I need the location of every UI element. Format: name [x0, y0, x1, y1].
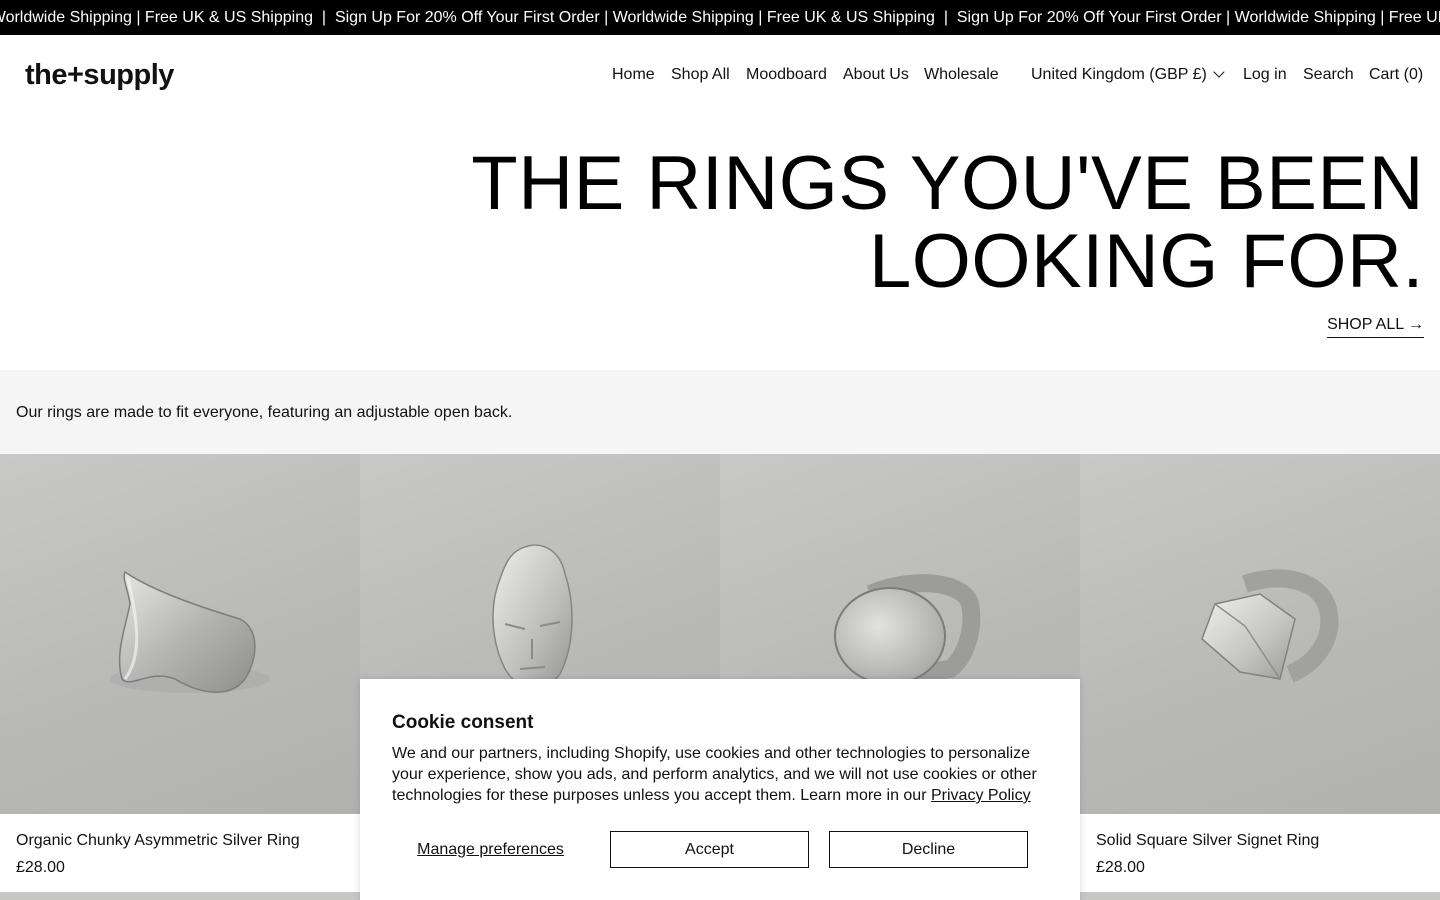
nav-search[interactable]: Search	[1303, 65, 1354, 84]
product-title[interactable]: Solid Square Silver Signet Ring	[1096, 831, 1319, 850]
product-title[interactable]: Organic Chunky Asymmetric Silver Ring	[16, 831, 300, 850]
announcement-bar: Sign Up For 20% Off Your First Order | W…	[0, 0, 1440, 35]
nav-login[interactable]: Log in	[1243, 65, 1287, 84]
announcement-separator: |	[934, 9, 957, 26]
announcement-message: Sign Up For 20% Off Your First Order | W…	[956, 9, 1440, 26]
cookie-text: We and our partners, including Shopify, …	[392, 743, 1052, 806]
nav-shop-all[interactable]: Shop All	[671, 65, 730, 84]
country-selector[interactable]: United Kingdom (GBP £)	[1031, 65, 1225, 84]
square-signet-ring-photo[interactable]	[1080, 454, 1440, 814]
nav-cart[interactable]: Cart (0)	[1369, 65, 1423, 84]
site-header: the+supply Home Shop All Moodboard About…	[0, 35, 1440, 115]
privacy-policy-link[interactable]: Privacy Policy	[931, 787, 1031, 804]
nav-about-us[interactable]: About Us	[843, 65, 909, 84]
shop-all-link[interactable]: SHOP ALL →	[1327, 315, 1424, 338]
announcement-message: Sign Up For 20% Off Your First Order | W…	[0, 9, 313, 26]
cookie-title: Cookie consent	[392, 712, 534, 733]
product-card[interactable]: Organic Chunky Asymmetric Silver Ring £2…	[0, 454, 360, 900]
announcement-track: Sign Up For 20% Off Your First Order | W…	[0, 8, 1440, 27]
decline-button[interactable]: Decline	[829, 831, 1028, 868]
accept-button[interactable]: Accept	[610, 831, 809, 868]
product-card[interactable]: Solid Square Silver Signet Ring £28.00	[1080, 454, 1440, 900]
hero-title: THE RINGS YOU'VE BEEN LOOKING FOR.	[471, 141, 1424, 304]
product-price: £28.00	[1096, 859, 1145, 876]
info-text: Our rings are made to fit everyone, feat…	[16, 404, 513, 421]
main-nav: Home Shop All Moodboard About Us Wholesa…	[0, 65, 1440, 85]
country-label: United Kingdom (GBP £)	[1031, 66, 1207, 83]
asymmetric-ring-photo[interactable]	[0, 454, 360, 814]
nav-moodboard[interactable]: Moodboard	[746, 65, 827, 84]
nav-wholesale[interactable]: Wholesale	[924, 65, 999, 84]
chevron-down-icon	[1213, 66, 1225, 78]
manage-preferences-button[interactable]: Manage preferences	[392, 831, 589, 868]
announcement-message: Sign Up For 20% Off Your First Order | W…	[334, 9, 935, 26]
product-price: £28.00	[16, 859, 65, 876]
nav-home[interactable]: Home	[612, 65, 655, 84]
announcement-separator: |	[313, 9, 335, 26]
info-strip: Our rings are made to fit everyone, feat…	[0, 370, 1440, 454]
cookie-consent-dialog: Cookie consent We and our partners, incl…	[360, 679, 1080, 900]
